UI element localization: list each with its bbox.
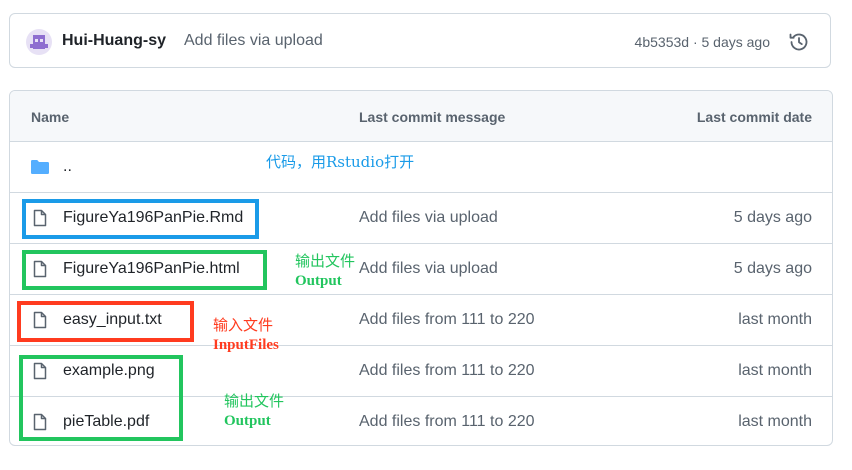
file-icon xyxy=(30,208,50,228)
author-avatar[interactable] xyxy=(26,29,52,55)
header-commit-date: Last commit date xyxy=(696,109,812,125)
file-icon xyxy=(30,412,50,432)
output-html-annotation-sub: Output xyxy=(295,273,342,289)
file-commit-message[interactable]: Add files from 111 to 220 xyxy=(359,413,535,431)
table-row[interactable]: FigureYa196PanPie.html Add files via upl… xyxy=(10,244,832,295)
table-header: Name Last commit message Last commit dat… xyxy=(10,91,832,142)
parent-directory-row[interactable]: .. xyxy=(10,142,832,193)
input-annotation: 输入文件 InputFiles xyxy=(213,315,279,355)
table-row[interactable]: pieTable.pdf Add files from 111 to 220 l… xyxy=(10,397,832,445)
header-name: Name xyxy=(31,109,70,125)
input-annotation-text: 输入文件 xyxy=(213,316,274,334)
parent-directory-link[interactable]: .. xyxy=(63,158,72,176)
input-annotation-sub: InputFiles xyxy=(213,337,279,353)
output-html-annotation-text: 输出文件 xyxy=(295,252,356,270)
file-icon xyxy=(30,310,50,330)
commit-author[interactable]: Hui-Huang-sy xyxy=(62,32,166,50)
output-html-annotation: 输出文件 Output xyxy=(295,251,355,291)
commit-sha-date[interactable]: 4b5353d · 5 days ago xyxy=(635,34,770,50)
output-files-annotation-sub: Output xyxy=(224,413,271,429)
file-name[interactable]: pieTable.pdf xyxy=(63,413,149,431)
file-commit-date: 5 days ago xyxy=(733,209,812,226)
folder-icon xyxy=(30,157,50,177)
output-files-annotation-text: 输出文件 xyxy=(224,392,285,410)
file-table: Name Last commit message Last commit dat… xyxy=(9,90,833,446)
commit-message[interactable]: Add files via upload xyxy=(184,32,323,50)
code-annotation-text: 代码，用Rstudio打开 xyxy=(266,153,415,171)
file-commit-date: last month xyxy=(738,311,812,328)
file-commit-date: 5 days ago xyxy=(733,260,812,277)
header-commit-message: Last commit message xyxy=(359,109,506,125)
file-commit-date: last month xyxy=(738,413,812,430)
table-row[interactable]: FigureYa196PanPie.Rmd Add files via uplo… xyxy=(10,193,832,244)
file-name[interactable]: FigureYa196PanPie.html xyxy=(63,260,240,278)
file-commit-date: last month xyxy=(738,362,812,379)
file-commit-message[interactable]: Add files via upload xyxy=(359,209,498,227)
table-row[interactable]: easy_input.txt Add files from 111 to 220… xyxy=(10,295,832,346)
table-row[interactable]: example.png Add files from 111 to 220 la… xyxy=(10,346,832,397)
file-commit-message[interactable]: Add files from 111 to 220 xyxy=(359,362,535,380)
file-commit-message[interactable]: Add files from 111 to 220 xyxy=(359,311,535,329)
file-icon xyxy=(30,259,50,279)
file-commit-message[interactable]: Add files via upload xyxy=(359,260,498,278)
file-name[interactable]: easy_input.txt xyxy=(63,311,162,329)
history-icon[interactable] xyxy=(788,31,810,53)
file-name[interactable]: example.png xyxy=(63,362,155,380)
file-icon xyxy=(30,361,50,381)
output-files-annotation: 输出文件 Output xyxy=(224,391,284,431)
code-annotation: 代码，用Rstudio打开 xyxy=(266,152,414,172)
latest-commit-bar: Hui-Huang-sy Add files via upload 4b5353… xyxy=(9,13,831,68)
file-name[interactable]: FigureYa196PanPie.Rmd xyxy=(63,209,243,227)
